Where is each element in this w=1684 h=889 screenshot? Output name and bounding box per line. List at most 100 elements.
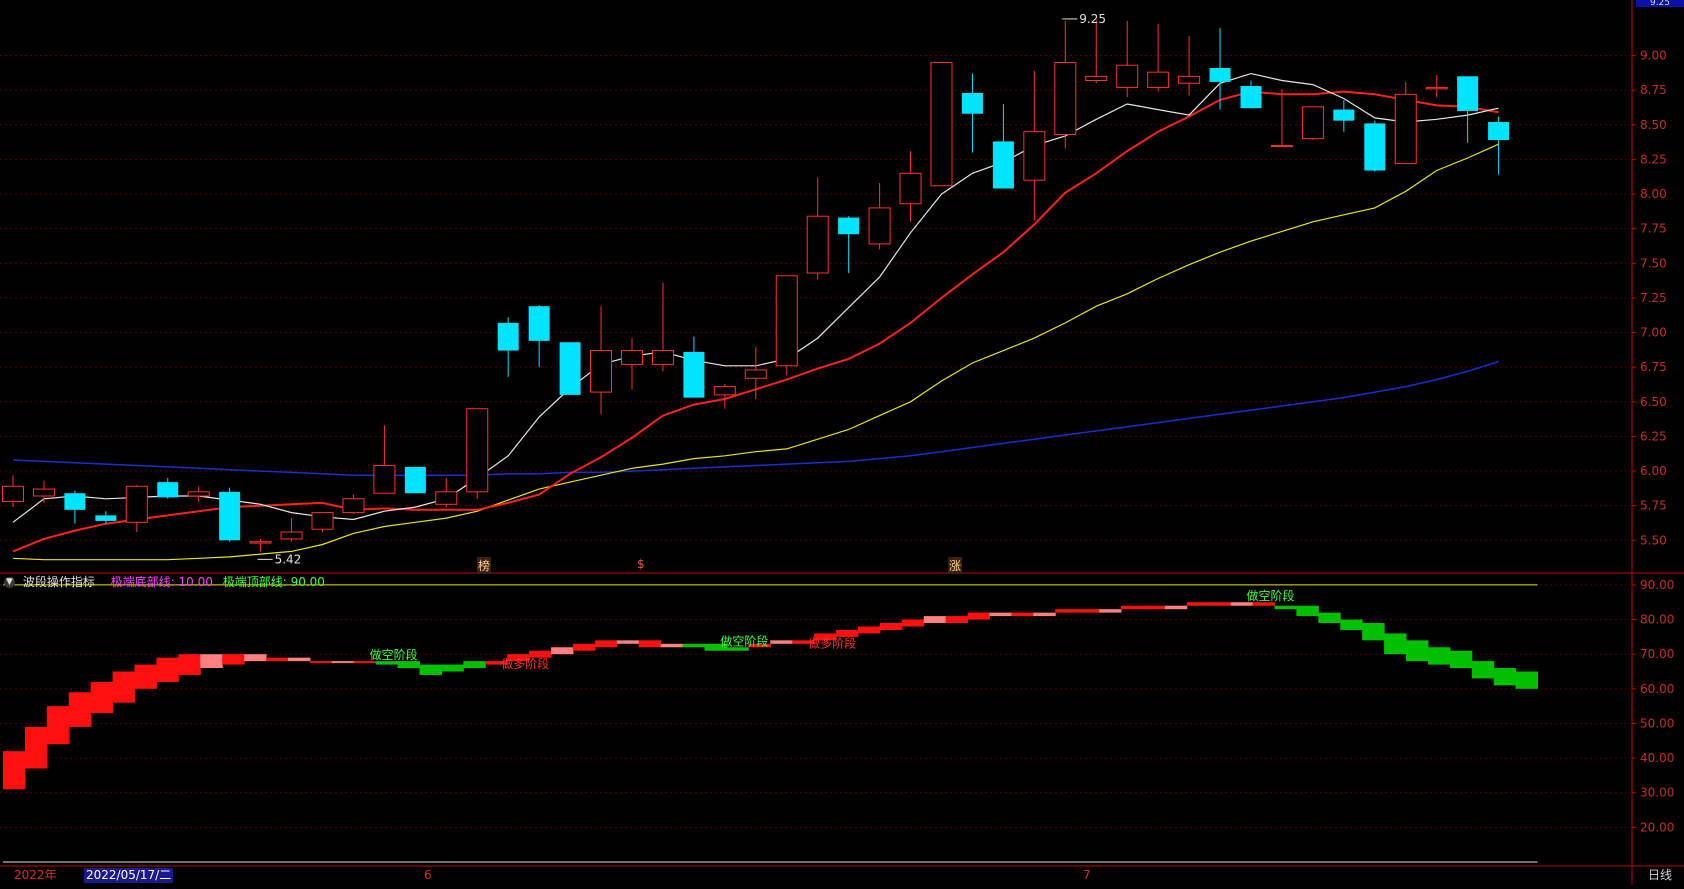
candle-body — [528, 306, 550, 341]
indicator-block — [594, 640, 618, 648]
price-tick-label: 6.75 — [1640, 360, 1667, 374]
chart-stage[interactable]: 9.00 8.75 8.50 8.25 8.00 7.75 7.50 7.25 7.00 6.75… — [0, 0, 1684, 885]
candle — [1270, 88, 1293, 148]
chart-canvas[interactable]: 9.00 8.75 8.50 8.25 8.00 7.75 7.50 7.25 7.00 6.75… — [0, 0, 1684, 885]
indicator-block — [1011, 612, 1034, 617]
price-tick-label: 5.75 — [1640, 499, 1667, 513]
price-tick-label: 8.75 — [1640, 83, 1667, 97]
candle — [1394, 81, 1417, 165]
candle-body — [157, 482, 179, 498]
indicator-block — [244, 654, 267, 662]
candle-body — [187, 491, 210, 497]
indicator-block — [1362, 623, 1385, 641]
candle-body — [1116, 64, 1139, 88]
candle — [1054, 20, 1077, 149]
candle — [838, 216, 860, 273]
candle-body — [806, 215, 829, 274]
candle-body — [95, 515, 117, 521]
candle-body — [1178, 75, 1201, 84]
candle-body — [775, 275, 798, 367]
price-tick-label: 6.00 — [1640, 464, 1667, 478]
period-label[interactable]: 日线 — [1648, 868, 1672, 883]
candle — [64, 490, 86, 524]
price-tick-label: 6.50 — [1640, 395, 1667, 409]
candle-body — [621, 350, 643, 365]
candle-body — [404, 466, 426, 494]
indicator-block — [397, 661, 421, 669]
indicator-name[interactable]: 波段操作指标 — [23, 575, 95, 589]
candle-body — [280, 531, 303, 540]
indicator-block — [572, 643, 596, 651]
signal-marker-2: $ — [637, 557, 645, 571]
price-tick-label: 8.25 — [1640, 152, 1667, 166]
candle-body — [64, 493, 86, 510]
candle-body — [1054, 61, 1077, 135]
candle-body — [961, 92, 983, 114]
indicator-block — [1318, 612, 1341, 624]
candle — [1301, 106, 1324, 141]
indicator-tick-label: 50.00 — [1640, 716, 1674, 730]
candle-body — [1301, 106, 1324, 140]
candle — [868, 182, 891, 250]
candle — [280, 518, 303, 542]
candle — [125, 484, 148, 532]
indicator-block — [923, 616, 947, 624]
indicator-block — [1340, 619, 1363, 630]
candle-body — [497, 322, 519, 351]
annotation-label: 5.42 — [275, 552, 302, 566]
indicator-block — [463, 661, 486, 669]
indicator-block — [1427, 647, 1451, 665]
candle — [1425, 74, 1448, 98]
candle — [1457, 76, 1479, 143]
candle — [435, 477, 458, 508]
candle-body — [838, 217, 860, 235]
candle — [683, 336, 705, 398]
indicator-block — [770, 640, 793, 644]
candle-body — [1270, 145, 1293, 148]
indicator-grid: 90.00 80.00 70.00 60.00 50.00 40.00 30.00 20.00 — [0, 578, 1674, 834]
stage-label: 做空阶段 — [720, 633, 768, 648]
stage-label: 做多阶段 — [808, 635, 856, 650]
candle — [466, 408, 489, 499]
candle-body — [249, 541, 272, 544]
candle — [1116, 20, 1139, 98]
stage-label: 做空阶段 — [1247, 588, 1295, 603]
candle — [528, 304, 550, 368]
indicator-block — [156, 657, 179, 682]
candle-body — [1425, 86, 1448, 90]
indicator-block — [1033, 612, 1056, 617]
year-label: 2022年 — [14, 868, 57, 882]
price-tick-label: 7.50 — [1640, 256, 1667, 270]
candle-body — [1364, 123, 1386, 171]
indicator-block — [967, 612, 990, 620]
month-label-6: 6 — [424, 868, 432, 882]
indicator-tick-label: 60.00 — [1640, 682, 1674, 696]
indicator-block — [1077, 609, 1100, 613]
candle — [219, 487, 241, 542]
indicator-tick-label: 30.00 — [1640, 786, 1674, 800]
candle — [373, 425, 396, 494]
indicator-block — [1208, 602, 1232, 606]
candle-body — [219, 491, 241, 541]
candle-body — [1394, 93, 1417, 165]
indicator-tick-label: 90.00 — [1640, 578, 1674, 592]
indicator-block — [3, 751, 26, 790]
candle — [2, 475, 24, 508]
candle-body — [1209, 68, 1231, 82]
candle — [1178, 36, 1201, 96]
indicator-block — [901, 619, 925, 627]
indicator-block — [1099, 609, 1122, 613]
indicator-block — [945, 616, 969, 624]
indicator-block — [660, 643, 684, 648]
indicator-block — [309, 661, 333, 664]
candle-body — [1457, 76, 1479, 111]
indicator-block — [419, 664, 442, 675]
candle — [1364, 120, 1386, 172]
indicator-block — [682, 643, 706, 648]
time-axis-bar: 2022年 2022/05/17/二 6 7 日线 — [0, 865, 1684, 885]
candle — [1147, 23, 1170, 92]
indicator-block — [68, 692, 92, 727]
candle — [342, 494, 365, 514]
chevron-down-icon[interactable]: ▼ — [4, 577, 15, 588]
candle — [961, 73, 983, 153]
